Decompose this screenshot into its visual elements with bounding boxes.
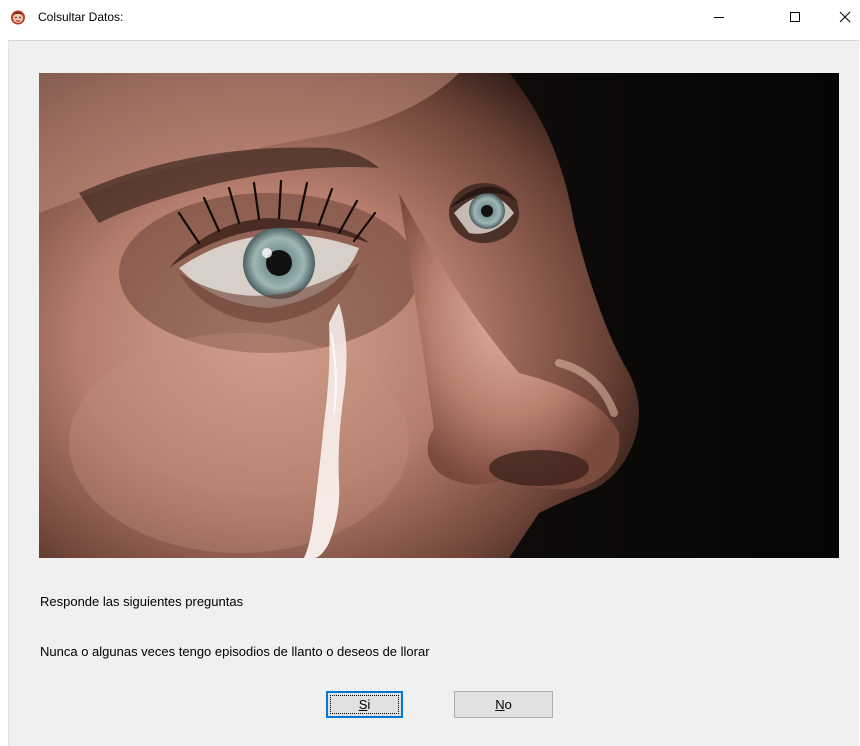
- close-icon: [839, 11, 851, 23]
- instructions-label: Responde las siguientes preguntas: [40, 594, 244, 609]
- dialog-window: Colsultar Datos: Responde las siguientes…: [0, 0, 860, 746]
- no-button-mnemonic: N: [495, 697, 505, 712]
- maximize-icon: [790, 12, 800, 22]
- maximize-button[interactable]: [772, 0, 818, 34]
- app-face-icon: [10, 9, 26, 25]
- no-button[interactable]: No: [454, 691, 553, 718]
- yes-button[interactable]: Si: [326, 691, 403, 718]
- title-bar[interactable]: Colsultar Datos:: [0, 0, 860, 34]
- no-button-label-rest: o: [504, 697, 512, 712]
- yes-button-mnemonic: S: [358, 697, 368, 712]
- yes-button-label-rest: i: [367, 697, 371, 712]
- question-label: Nunca o algunas veces tengo episodios de…: [40, 644, 430, 659]
- minimize-icon: [714, 17, 724, 18]
- dialog-client-area: Responde las siguientes preguntas Nunca …: [8, 40, 859, 746]
- close-button[interactable]: [822, 0, 860, 34]
- minimize-button[interactable]: [696, 0, 742, 34]
- woman-crying-photo: [39, 73, 839, 558]
- window-title: Colsultar Datos:: [38, 10, 124, 24]
